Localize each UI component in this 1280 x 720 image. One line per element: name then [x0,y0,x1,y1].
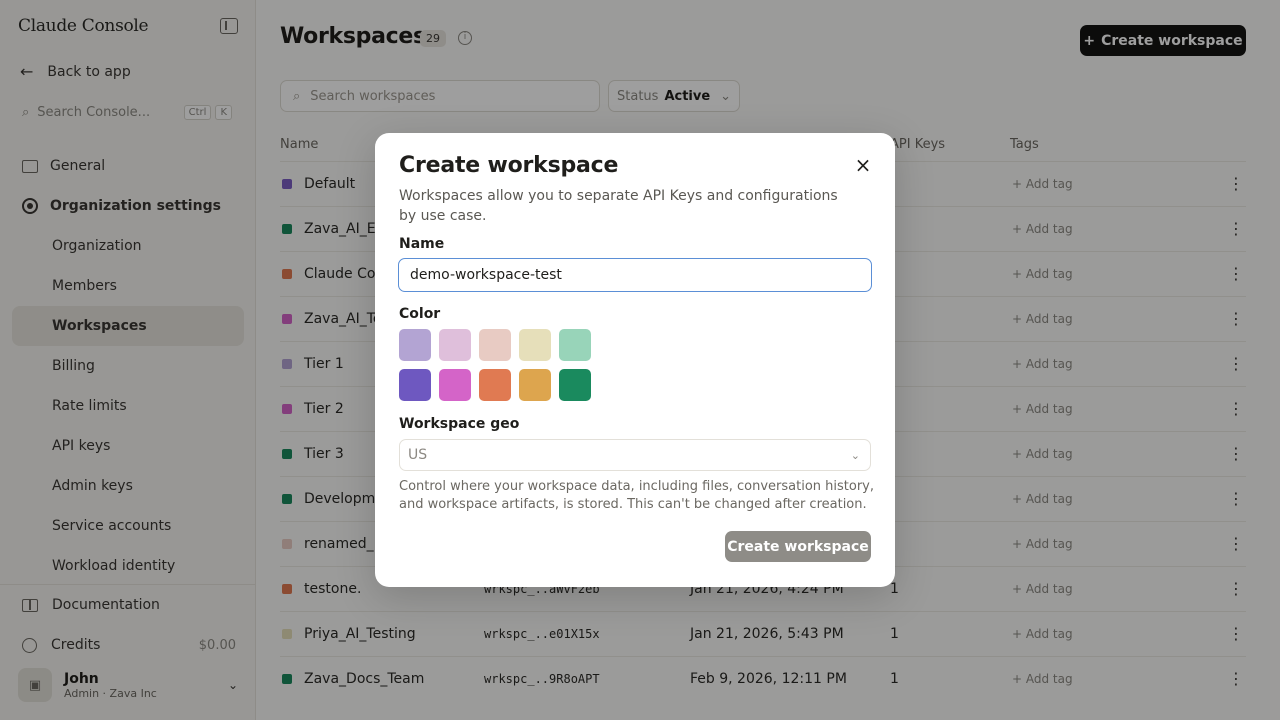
create-workspace-submit-button[interactable]: Create workspace [725,531,871,562]
workspace-geo-select[interactable]: US ⌄ [399,439,871,471]
color-swatch-7[interactable] [439,369,471,401]
dialog-description: Workspaces allow you to separate API Key… [399,188,838,224]
name-label: Name [399,236,445,252]
close-icon[interactable]: × [853,155,873,175]
color-label: Color [399,306,441,322]
color-swatch-5[interactable] [559,329,591,361]
color-swatch-3[interactable] [479,329,511,361]
dialog-title: Create workspace [399,153,619,178]
color-swatch-9[interactable] [519,369,551,401]
color-swatch-6[interactable] [399,369,431,401]
color-swatch-8[interactable] [479,369,511,401]
color-picker [399,329,591,401]
workspace-name-input[interactable] [398,258,872,292]
workspace-geo-help: Control where your workspace data, inclu… [399,479,874,512]
color-swatch-2[interactable] [439,329,471,361]
workspace-geo-label: Workspace geo [399,416,520,432]
create-workspace-dialog: Create workspace × Workspaces allow you … [375,133,895,587]
chevron-down-icon: ⌄ [850,448,860,462]
color-swatch-10[interactable] [559,369,591,401]
color-swatch-4[interactable] [519,329,551,361]
color-swatch-1[interactable] [399,329,431,361]
workspace-geo-value: US [408,447,428,463]
